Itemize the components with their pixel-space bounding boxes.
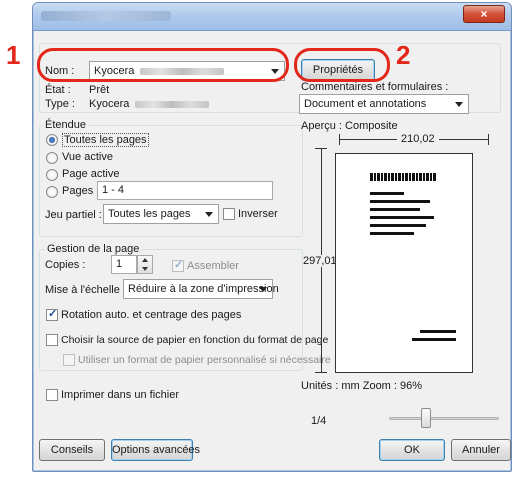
height-tick-bottom: [315, 372, 327, 373]
chevron-down-icon: [205, 212, 213, 217]
pages-radio[interactable]: [46, 186, 58, 198]
page-handling-title: Gestion de la page: [45, 243, 142, 255]
tips-button[interactable]: Conseils: [39, 439, 105, 461]
comments-label: Commentaires et formulaires :: [301, 81, 449, 93]
printer-type-value: Kyocera: [89, 98, 210, 110]
printer-state-value: Prêt: [89, 84, 110, 96]
subset-label: Jeu partiel :: [45, 209, 102, 221]
scaling-select[interactable]: Réduire à la zone d'impression: [123, 279, 279, 299]
close-icon[interactable]: ×: [463, 5, 505, 23]
annotation-ring-properties: [294, 48, 390, 82]
preview-page-number: 1/4: [311, 415, 327, 427]
preview-text-line: [370, 192, 404, 195]
preview-text-line: [420, 330, 456, 333]
paper-source-checkbox[interactable]: [46, 334, 58, 346]
range-title: Étendue: [43, 119, 88, 131]
preview-text-line: [370, 216, 434, 219]
copies-label: Copies :: [45, 259, 86, 271]
preview-text-line: [412, 338, 456, 341]
custom-paper-checkbox[interactable]: [63, 354, 75, 366]
preview-text-line: [370, 224, 426, 227]
chevron-down-icon: [259, 287, 267, 292]
preview-barcode: [370, 173, 436, 181]
comments-select[interactable]: Document et annotations: [299, 94, 469, 114]
collate-checkbox[interactable]: [172, 258, 184, 272]
preview-title: Aperçu : Composite: [301, 120, 398, 132]
stepper-up-icon[interactable]: [142, 258, 148, 262]
advanced-options-button[interactable]: Options avancées: [111, 439, 200, 461]
annotation-number-2: 2: [396, 40, 411, 70]
printer-state-label: État :: [45, 84, 71, 96]
preview-text-line: [370, 232, 414, 235]
copies-stepper[interactable]: [137, 255, 153, 274]
preview-page: [335, 153, 473, 373]
all-pages-label[interactable]: Toutes les pages: [62, 133, 149, 147]
current-view-radio[interactable]: [46, 152, 58, 164]
stepper-down-icon[interactable]: [142, 267, 148, 271]
printer-type-label: Type :: [45, 98, 75, 110]
preview-width-dimension: 210,02: [339, 133, 489, 145]
custom-paper-label[interactable]: Utiliser un format de papier personnalis…: [78, 354, 331, 366]
annotation-ring-printer-name: [37, 48, 289, 82]
preview-height-value: 297,01: [303, 255, 337, 267]
chevron-down-icon: [455, 102, 463, 107]
auto-rotate-checkbox[interactable]: [46, 307, 58, 321]
print-to-file-label[interactable]: Imprimer dans un fichier: [61, 389, 179, 401]
current-page-radio[interactable]: [46, 169, 58, 181]
preview-text-line: [370, 208, 420, 211]
current-view-label[interactable]: Vue active: [62, 151, 113, 163]
slider-track: [389, 417, 499, 420]
preview-text-line: [370, 200, 430, 203]
preview-width-value: 210,02: [397, 133, 439, 145]
window-title: [41, 11, 171, 21]
print-to-file-checkbox[interactable]: [46, 389, 58, 401]
title-bar: ×: [33, 3, 511, 31]
subset-select[interactable]: Toutes les pages: [103, 204, 219, 224]
pages-input[interactable]: 1 - 4: [97, 181, 273, 200]
current-page-label[interactable]: Page active: [62, 168, 119, 180]
copies-input[interactable]: 1: [111, 255, 137, 274]
cancel-button[interactable]: Annuler: [451, 439, 511, 461]
pages-label[interactable]: Pages: [62, 185, 93, 197]
annotation-number-1: 1: [6, 40, 21, 70]
reverse-checkbox[interactable]: [223, 208, 235, 220]
all-pages-radio[interactable]: [46, 134, 58, 146]
preview-units: Unités : mm Zoom : 96%: [301, 380, 423, 392]
ok-button[interactable]: OK: [379, 439, 445, 461]
width-tick-left: [339, 134, 340, 145]
slider-thumb[interactable]: [421, 408, 431, 428]
reverse-label[interactable]: Inverser: [238, 208, 278, 220]
preview-page-slider[interactable]: [389, 407, 499, 429]
collate-label[interactable]: Assembler: [187, 260, 239, 272]
auto-rotate-label[interactable]: Rotation auto. et centrage des pages: [61, 309, 241, 321]
paper-source-label[interactable]: Choisir la source de papier en fonction …: [61, 334, 328, 346]
scaling-label: Mise à l'échelle :: [45, 284, 126, 296]
width-tick-right: [488, 134, 489, 145]
height-tick-top: [315, 148, 327, 149]
